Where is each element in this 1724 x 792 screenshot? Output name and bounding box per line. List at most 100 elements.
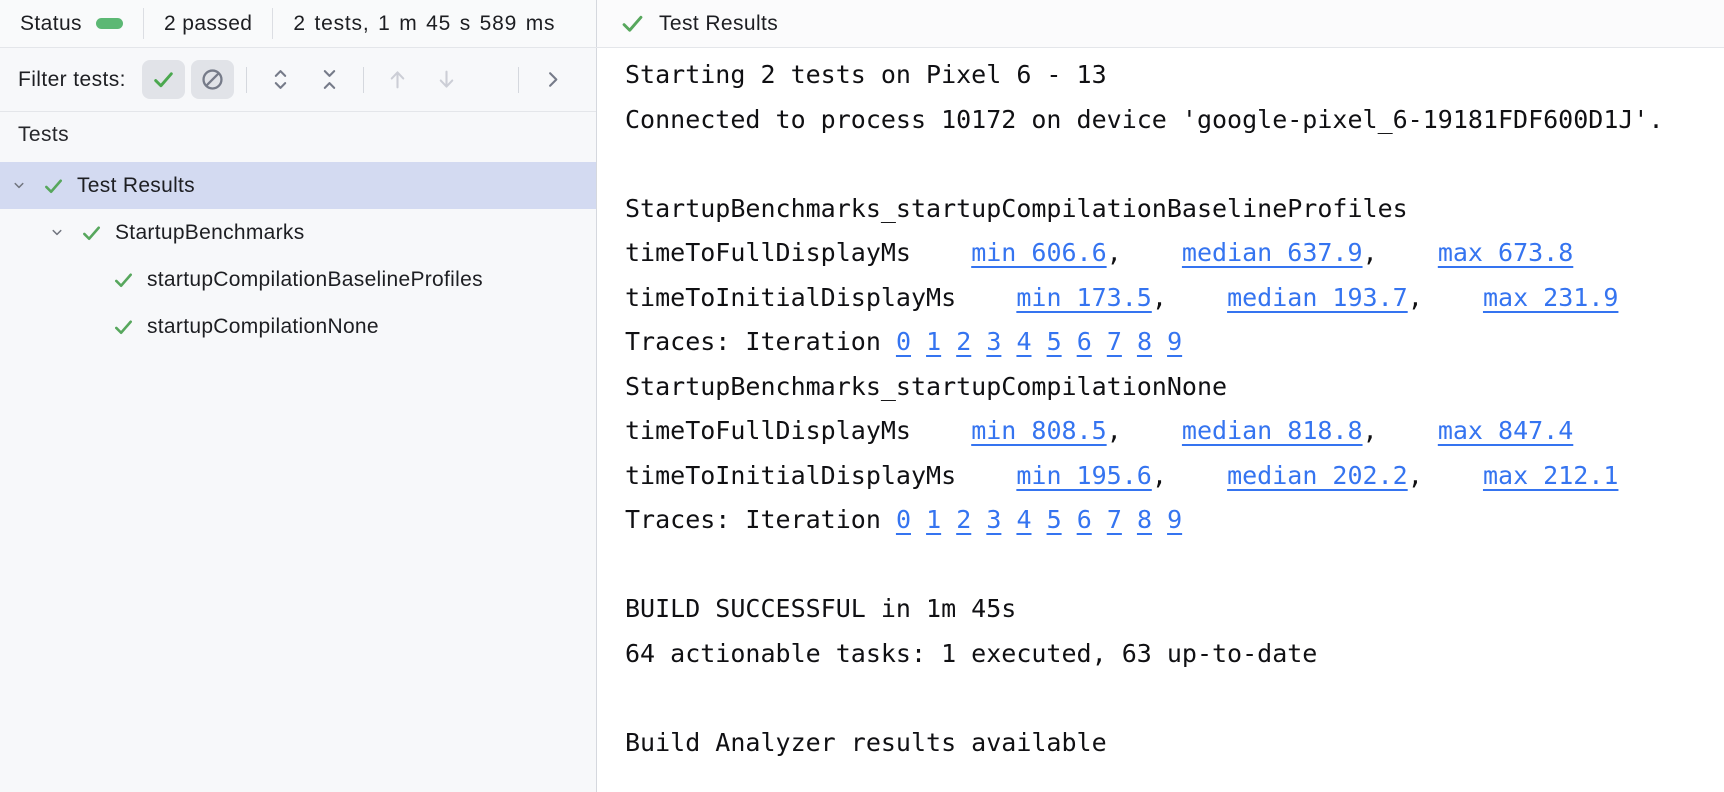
status-label: Status xyxy=(20,12,82,36)
divider xyxy=(363,67,364,93)
console-text: Build Analyzer results available xyxy=(625,728,1107,757)
tree-item[interactable]: Test Results xyxy=(0,162,596,209)
tree-header: Tests xyxy=(0,112,596,158)
status-column-header: Status xyxy=(0,0,143,47)
console-link[interactable]: 5 xyxy=(1047,505,1062,534)
console-text: , xyxy=(1408,461,1483,490)
console-link[interactable]: median 637.9 xyxy=(1182,238,1363,267)
filter-show-passed-button[interactable] xyxy=(142,60,185,99)
console-link[interactable]: min 808.5 xyxy=(971,416,1106,445)
filter-tests-label: Filter tests: xyxy=(18,68,126,92)
console-text xyxy=(1062,327,1077,356)
divider xyxy=(246,67,247,93)
console-text xyxy=(1122,505,1137,534)
console-link[interactable]: 1 xyxy=(926,505,941,534)
collapse-all-icon xyxy=(317,67,342,92)
console-link[interactable]: 1 xyxy=(926,327,941,356)
chevron-down-icon[interactable] xyxy=(10,177,28,195)
console-text: timeToInitialDisplayMs xyxy=(625,283,1016,312)
console-text: , xyxy=(1363,238,1438,267)
console-text: , xyxy=(1363,416,1438,445)
console-link[interactable]: 0 xyxy=(896,327,911,356)
console-line: 64 actionable tasks: 1 executed, 63 up-t… xyxy=(625,632,1724,677)
console-link[interactable]: 0 xyxy=(896,505,911,534)
console-text: Traces: Iteration xyxy=(625,327,896,356)
console-text xyxy=(1152,327,1167,356)
console-text: Starting 2 tests on Pixel 6 - 13 xyxy=(625,60,1107,89)
console-link[interactable]: min 606.6 xyxy=(971,238,1106,267)
chevron-right-icon xyxy=(541,68,564,91)
console-link[interactable]: 7 xyxy=(1107,505,1122,534)
console-header-title: Test Results xyxy=(659,12,778,36)
console-line: StartupBenchmarks_startupCompilationNone xyxy=(625,365,1724,410)
console-line: Starting 2 tests on Pixel 6 - 13 xyxy=(625,53,1724,98)
collapse-all-button[interactable] xyxy=(308,60,351,99)
console-link[interactable]: 8 xyxy=(1137,505,1152,534)
green-dash-pill-icon xyxy=(96,18,123,29)
console-text xyxy=(1152,505,1167,534)
console-text: timeToFullDisplayMs xyxy=(625,238,971,267)
test-duration-summary: 2 tests, 1 m 45 s 589 ms xyxy=(273,0,596,47)
console-text xyxy=(911,505,926,534)
test-tree-panel: Filter tests: xyxy=(0,48,597,792)
console-link[interactable]: max 847.4 xyxy=(1438,416,1573,445)
console-text: 64 actionable tasks: 1 executed, 63 up-t… xyxy=(625,639,1317,668)
console-link[interactable]: max 212.1 xyxy=(1483,461,1618,490)
chevron-down-icon[interactable] xyxy=(48,224,66,242)
filter-show-ignored-button[interactable] xyxy=(191,60,234,99)
console-link[interactable]: min 173.5 xyxy=(1016,283,1151,312)
console-line: StartupBenchmarks_startupCompilationBase… xyxy=(625,187,1724,232)
console-link[interactable]: 6 xyxy=(1077,505,1092,534)
console-link[interactable]: max 231.9 xyxy=(1483,283,1618,312)
divider xyxy=(518,67,519,93)
check-icon xyxy=(619,10,646,37)
console-link[interactable]: 6 xyxy=(1077,327,1092,356)
test-tree: Test ResultsStartupBenchmarks startupComp… xyxy=(0,158,596,792)
console-text xyxy=(1122,327,1137,356)
console-text: Connected to process 10172 on device 'go… xyxy=(625,105,1664,134)
console-link[interactable]: 4 xyxy=(1016,505,1031,534)
console-text: BUILD SUCCESSFUL in 1m 45s xyxy=(625,594,1016,623)
passed-count-label: 2 passed xyxy=(164,12,252,36)
console-link[interactable]: 3 xyxy=(986,327,1001,356)
console-text xyxy=(1001,327,1016,356)
console-link[interactable]: median 202.2 xyxy=(1227,461,1408,490)
tree-item[interactable]: startupCompilationBaselineProfiles xyxy=(0,256,596,303)
console-line: timeToInitialDisplayMs min 173.5, median… xyxy=(625,276,1724,321)
tree-item-label: startupCompilationBaselineProfiles xyxy=(147,268,483,292)
console-link[interactable]: 4 xyxy=(1016,327,1031,356)
console-link[interactable]: min 195.6 xyxy=(1016,461,1151,490)
more-chevron-button[interactable] xyxy=(531,60,574,99)
status-bar-left: Status 2 passed 2 tests, 1 m 45 s 589 ms xyxy=(0,0,597,47)
console-text xyxy=(971,505,986,534)
console-text: , xyxy=(1107,238,1182,267)
previous-failed-test-button[interactable] xyxy=(376,60,419,99)
console-line: timeToFullDisplayMs min 808.5, median 81… xyxy=(625,409,1724,454)
console-line: timeToFullDisplayMs min 606.6, median 63… xyxy=(625,231,1724,276)
console-text: , xyxy=(1152,461,1227,490)
console-line: Traces: Iteration 0 1 2 3 4 5 6 7 8 9 xyxy=(625,498,1724,543)
console-link[interactable]: 3 xyxy=(986,505,1001,534)
console-link[interactable]: 2 xyxy=(956,327,971,356)
console-link[interactable]: 9 xyxy=(1167,327,1182,356)
console-link[interactable]: 2 xyxy=(956,505,971,534)
console-output[interactable]: Starting 2 tests on Pixel 6 - 13 Connecte… xyxy=(597,48,1724,792)
filter-toolbar: Filter tests: xyxy=(0,48,596,112)
next-failed-test-button[interactable] xyxy=(425,60,468,99)
console-link[interactable]: median 818.8 xyxy=(1182,416,1363,445)
tree-item[interactable]: startupCompilationNone xyxy=(0,303,596,350)
expand-all-button[interactable] xyxy=(259,60,302,99)
console-link[interactable]: median 193.7 xyxy=(1227,283,1408,312)
console-link[interactable]: 9 xyxy=(1167,505,1182,534)
tree-item[interactable]: StartupBenchmarks xyxy=(0,209,596,256)
check-icon xyxy=(151,67,176,92)
console-link[interactable]: 8 xyxy=(1137,327,1152,356)
console-text xyxy=(971,327,986,356)
console-link[interactable]: 5 xyxy=(1047,327,1062,356)
console-text: StartupBenchmarks_startupCompilationNone xyxy=(625,372,1227,401)
console-text xyxy=(1001,505,1016,534)
console-link[interactable]: 7 xyxy=(1107,327,1122,356)
console-line: BUILD SUCCESSFUL in 1m 45s xyxy=(625,587,1724,632)
console-link[interactable]: max 673.8 xyxy=(1438,238,1573,267)
console-text: Traces: Iteration xyxy=(625,505,896,534)
